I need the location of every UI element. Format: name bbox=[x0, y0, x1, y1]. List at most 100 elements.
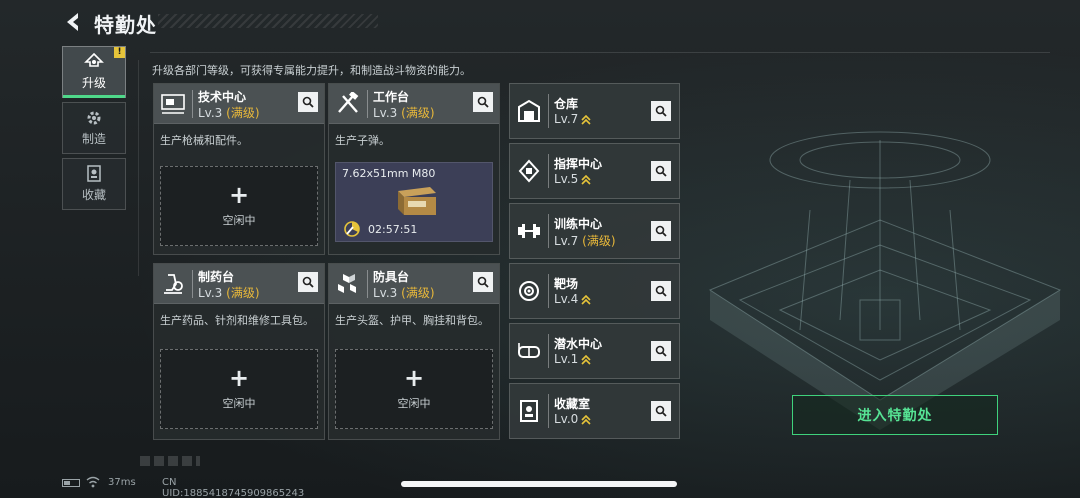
enter-special-ops-button[interactable]: 进入特勤处 bbox=[792, 395, 998, 435]
nav-item-upgrade[interactable]: ! 升级 bbox=[62, 46, 126, 98]
level-value: Lv.3 bbox=[198, 106, 223, 120]
home-indicator[interactable] bbox=[401, 481, 677, 487]
inspect-button[interactable] bbox=[298, 92, 318, 112]
footer-decoration bbox=[140, 456, 200, 466]
inspect-button[interactable] bbox=[473, 272, 493, 292]
facility-card-diving-center[interactable]: 潜水中心 Lv.1 bbox=[509, 323, 680, 379]
header-divider bbox=[150, 52, 1050, 53]
facility-name: 靶场 bbox=[554, 277, 579, 291]
upgrade-icon bbox=[84, 53, 104, 67]
production-slot[interactable]: + 空闲中 bbox=[160, 166, 318, 246]
facility-card-shooting-range[interactable]: 靶场 Lv.4 bbox=[509, 263, 680, 319]
search-icon bbox=[477, 276, 489, 288]
department-level: Lv.3 (满级) bbox=[198, 104, 260, 121]
back-button[interactable] bbox=[58, 8, 88, 36]
facility-level: Lv.5 bbox=[554, 172, 591, 186]
department-card-armor-bench[interactable]: 防具台 Lv.3 (满级) 生产头盔、护甲、胸挂和背包。 + 空闲中 bbox=[328, 263, 500, 440]
shooting-range-icon bbox=[519, 281, 539, 301]
production-slot[interactable]: + 空闲中 bbox=[335, 349, 493, 429]
maxed-tag: (满级) bbox=[401, 106, 435, 120]
slot-status: 空闲中 bbox=[222, 214, 256, 227]
ammo-crate-icon bbox=[398, 187, 436, 215]
department-description: 生产头盔、护甲、胸挂和背包。 bbox=[335, 314, 489, 327]
level-value: Lv.3 bbox=[373, 106, 398, 120]
side-nav: ! 升级 制造 收藏 bbox=[62, 46, 126, 214]
warehouse-icon bbox=[518, 99, 540, 122]
level-value: Lv.5 bbox=[554, 172, 579, 186]
crafting-slot[interactable]: 7.62x51mm M80 02:57:51 bbox=[335, 162, 493, 242]
card-separator bbox=[548, 154, 549, 188]
upgrade-available-icon bbox=[581, 114, 591, 125]
level-value: Lv.3 bbox=[373, 286, 398, 300]
top-bar: 特勤处 bbox=[0, 0, 1080, 44]
card-separator bbox=[548, 394, 549, 428]
nav-item-craft[interactable]: 制造 bbox=[62, 102, 126, 154]
facility-name: 潜水中心 bbox=[554, 337, 603, 351]
add-icon: + bbox=[228, 364, 250, 392]
facility-card-training-center[interactable]: 训练中心 Lv.7 (满级) bbox=[509, 203, 680, 259]
back-arrow-icon bbox=[67, 13, 78, 31]
card-separator bbox=[548, 334, 549, 368]
nav-item-collection[interactable]: 收藏 bbox=[62, 158, 126, 210]
department-description: 生产子弹。 bbox=[335, 134, 390, 147]
facility-level: Lv.0 bbox=[554, 412, 591, 426]
inspect-button[interactable] bbox=[651, 401, 671, 421]
department-level: Lv.3 (满级) bbox=[198, 284, 260, 301]
facility-level: Lv.7 (满级) bbox=[554, 232, 616, 249]
diving-center-icon bbox=[518, 343, 540, 358]
search-icon bbox=[655, 105, 667, 117]
facility-name: 收藏室 bbox=[554, 397, 591, 411]
nav-label: 升级 bbox=[81, 76, 106, 90]
department-card-tech-center[interactable]: 技术中心 Lv.3 (满级) 生产枪械和配件。 + 空闲中 bbox=[153, 83, 325, 255]
collection-room-icon bbox=[520, 400, 538, 422]
upgrade-available-icon bbox=[581, 414, 591, 425]
department-card-workbench[interactable]: 工作台 Lv.3 (满级) 生产子弹。 7.62x51mm M80 02:57:… bbox=[328, 83, 500, 255]
battery-icon bbox=[62, 479, 80, 487]
level-value: Lv.0 bbox=[554, 412, 579, 426]
maxed-tag: (满级) bbox=[582, 234, 616, 248]
add-icon: + bbox=[228, 181, 250, 209]
facility-name: 训练中心 bbox=[554, 217, 603, 231]
armor-bench-icon bbox=[338, 274, 356, 293]
timer-icon bbox=[344, 221, 360, 237]
inspect-button[interactable] bbox=[651, 221, 671, 241]
department-name: 技术中心 bbox=[198, 90, 247, 104]
maxed-tag: (满级) bbox=[401, 286, 435, 300]
facility-card-command-center[interactable]: 指挥中心 Lv.5 bbox=[509, 143, 680, 199]
search-icon bbox=[302, 276, 314, 288]
workbench-icon bbox=[338, 92, 359, 113]
department-name: 制药台 bbox=[198, 270, 235, 284]
inspect-button[interactable] bbox=[473, 92, 493, 112]
card-separator bbox=[192, 270, 193, 298]
upgrade-available-icon bbox=[581, 354, 591, 365]
facility-level: Lv.4 bbox=[554, 292, 591, 306]
department-description: 生产药品、针剂和维修工具包。 bbox=[160, 314, 314, 327]
inspect-button[interactable] bbox=[651, 101, 671, 121]
department-description: 生产枪械和配件。 bbox=[160, 134, 248, 147]
tech-center-icon bbox=[161, 94, 185, 114]
search-icon bbox=[655, 345, 667, 357]
search-icon bbox=[655, 405, 667, 417]
crafting-timer: 02:57:51 bbox=[368, 223, 418, 236]
page-description: 升级各部门等级，可获得专属能力提升，和制造战斗物资的能力。 bbox=[152, 64, 471, 77]
add-icon: + bbox=[403, 364, 425, 392]
card-header: 技术中心 Lv.3 (满级) bbox=[154, 84, 324, 124]
department-name: 防具台 bbox=[373, 270, 410, 284]
inspect-button[interactable] bbox=[298, 272, 318, 292]
command-center-icon bbox=[518, 159, 540, 183]
facility-card-collection-room[interactable]: 收藏室 Lv.0 bbox=[509, 383, 680, 439]
card-separator bbox=[548, 214, 549, 248]
inspect-button[interactable] bbox=[651, 161, 671, 181]
department-card-pharmacy[interactable]: 制药台 Lv.3 (满级) 生产药品、针剂和维修工具包。 + 空闲中 bbox=[153, 263, 325, 440]
card-separator bbox=[367, 90, 368, 118]
notification-badge: ! bbox=[114, 47, 125, 58]
user-id: CN UID:1885418745909865243 bbox=[162, 477, 305, 498]
crafting-item-name: 7.62x51mm M80 bbox=[342, 167, 436, 180]
facility-card-warehouse[interactable]: 仓库 Lv.7 bbox=[509, 83, 680, 139]
slot-status: 空闲中 bbox=[222, 397, 256, 410]
production-slot[interactable]: + 空闲中 bbox=[160, 349, 318, 429]
inspect-button[interactable] bbox=[651, 341, 671, 361]
inspect-button[interactable] bbox=[651, 281, 671, 301]
pharmacy-icon bbox=[164, 274, 183, 294]
facility-name: 仓库 bbox=[554, 97, 579, 111]
